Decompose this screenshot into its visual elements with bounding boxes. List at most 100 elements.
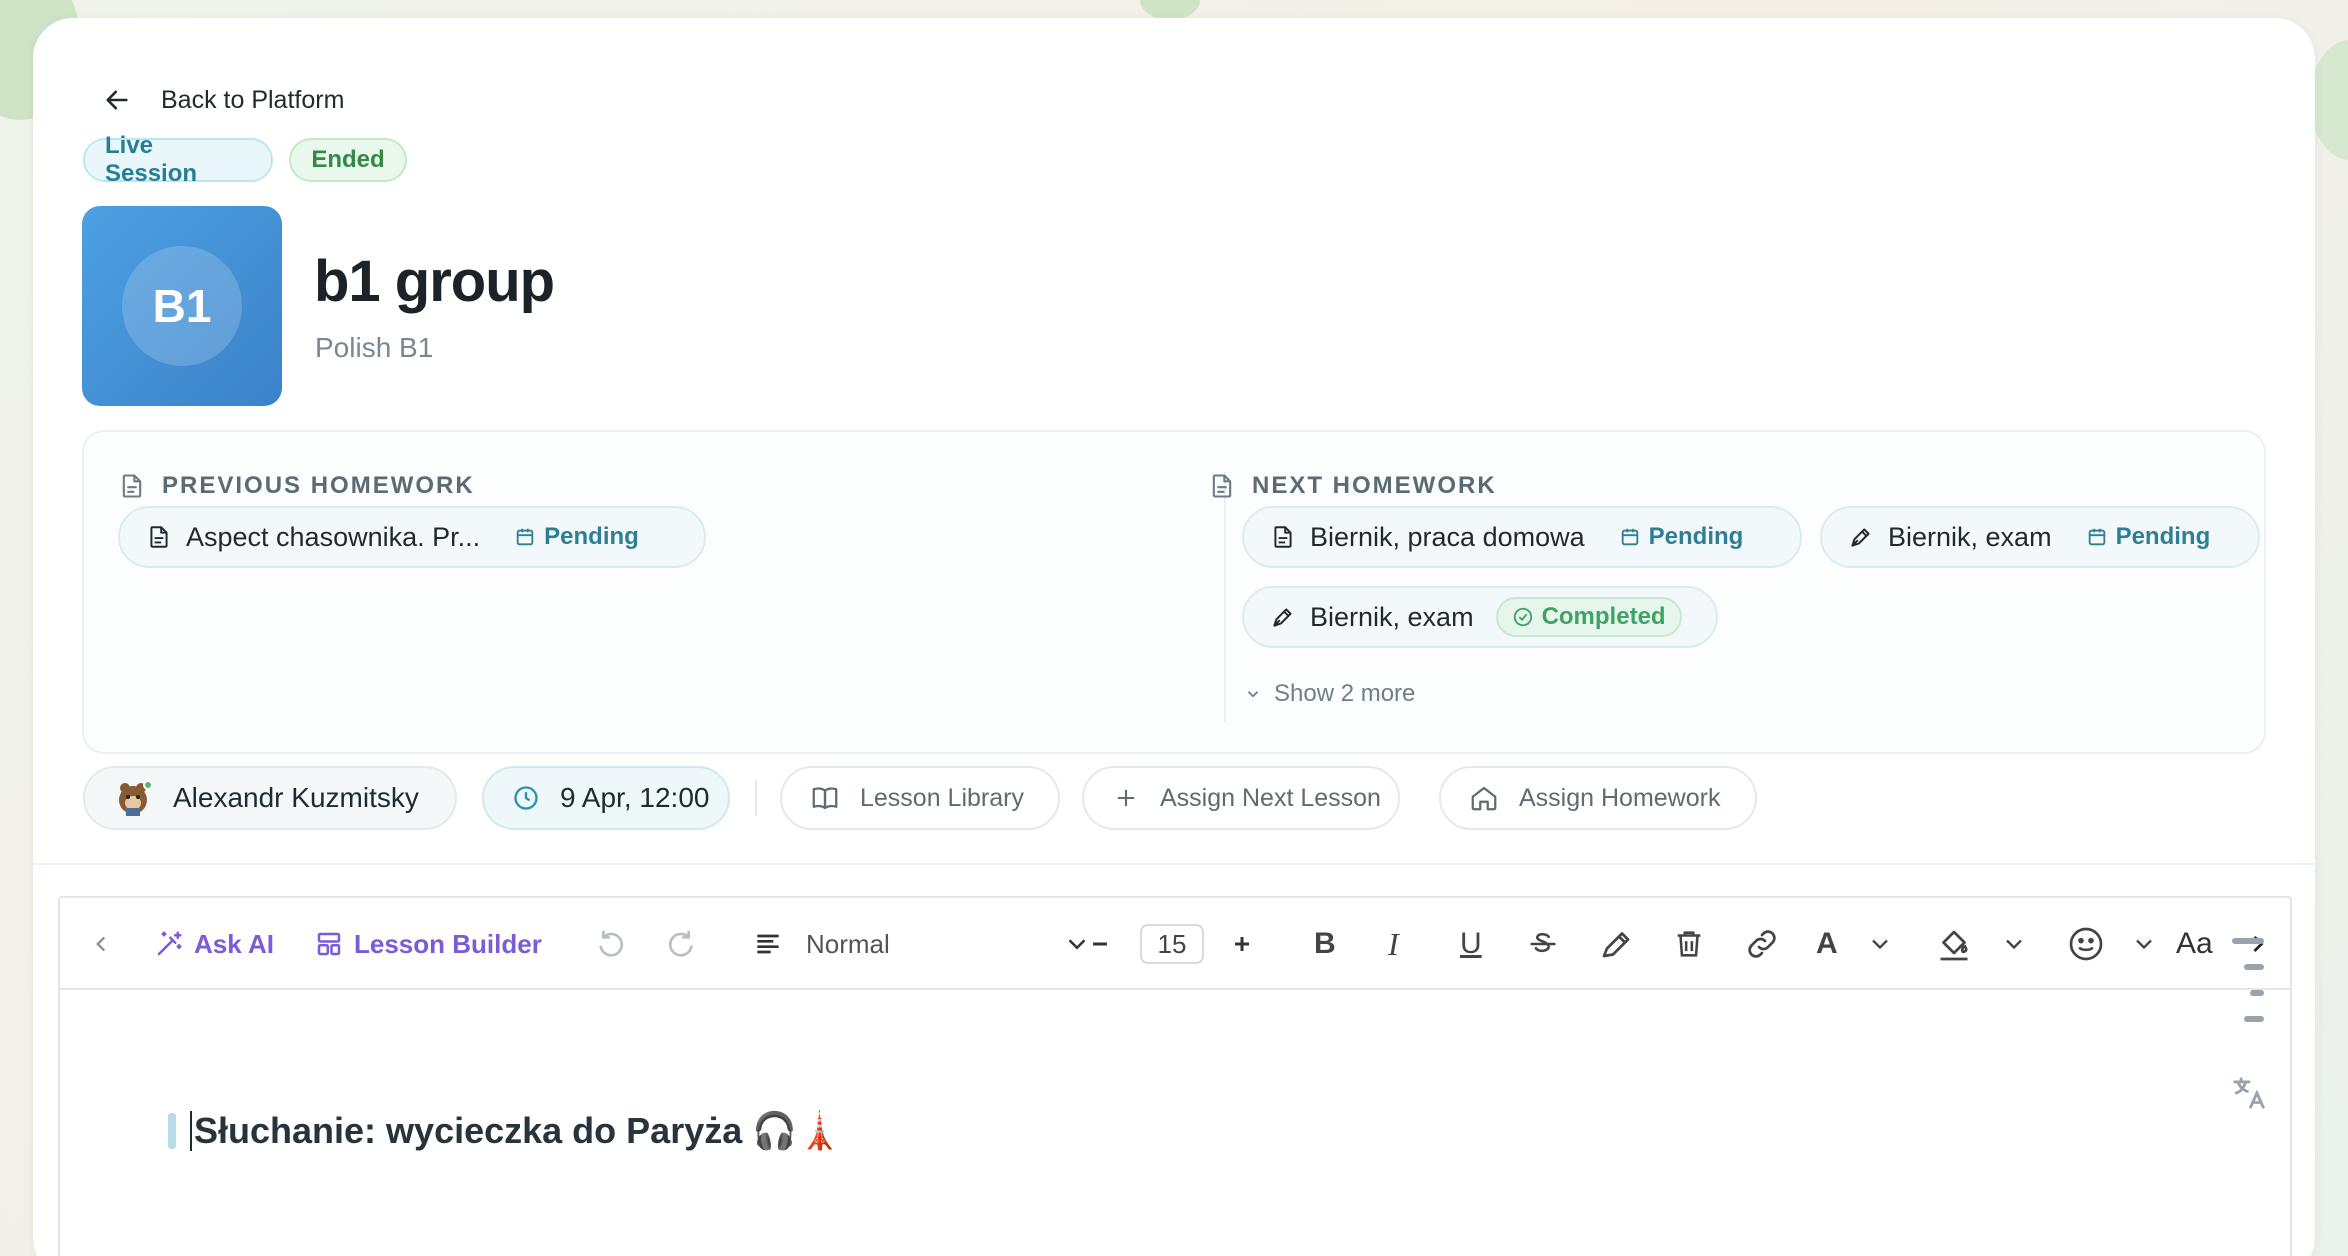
next-homework-item[interactable]: Biernik, praca domowa Pending xyxy=(1242,506,1802,568)
text-cursor xyxy=(190,1111,192,1151)
group-initials: B1 xyxy=(122,246,242,366)
magic-wand-icon xyxy=(154,929,184,959)
translate-icon xyxy=(2230,1074,2268,1112)
lesson-heading[interactable]: Słuchanie: wycieczka do Paryża 🎧🗼 xyxy=(168,1110,842,1152)
chevron-down-icon xyxy=(2130,930,2158,958)
ask-ai-button[interactable]: Ask AI xyxy=(154,898,274,990)
chevron-down-icon xyxy=(2000,930,2028,958)
underline-button[interactable]: U xyxy=(1460,898,1482,990)
clear-format-button[interactable] xyxy=(1672,898,1706,990)
undo-icon xyxy=(594,928,626,960)
emoji-button[interactable] xyxy=(2066,898,2158,990)
page-title: b1 group xyxy=(314,249,555,314)
text-color-button[interactable]: A xyxy=(1816,898,1894,990)
pen-icon xyxy=(1848,524,1874,550)
show-more-button[interactable]: Show 2 more xyxy=(1244,680,1415,708)
previous-homework-heading: PREVIOUS HOMEWORK xyxy=(118,472,475,500)
editor-toolbar: Ask AI Lesson Builder Normal 15 B I U A … xyxy=(60,898,2290,990)
redo-icon xyxy=(666,928,698,960)
homework-title: Biernik, exam xyxy=(1888,521,2052,552)
highlight-button[interactable] xyxy=(1598,898,1634,990)
next-homework-item[interactable]: Biernik, exam Pending xyxy=(1820,506,2260,568)
toolbar-scroll-left-button[interactable] xyxy=(88,898,114,990)
status-badge: Completed xyxy=(1495,597,1682,637)
editor-side-tools xyxy=(2230,936,2268,1112)
session-datetime-chip[interactable]: 9 Apr, 12:00 xyxy=(482,766,730,830)
layout-icon xyxy=(314,929,344,959)
chevron-down-icon xyxy=(1866,930,1894,958)
translate-button[interactable] xyxy=(2230,1074,2268,1112)
undo-button[interactable] xyxy=(594,898,626,990)
panel-divider xyxy=(1224,472,1226,722)
teacher-chip[interactable]: Alexandr Kuzmitsky xyxy=(83,766,457,830)
teacher-name: Alexandr Kuzmitsky xyxy=(173,782,419,813)
heading-text: Słuchanie: wycieczka do Paryża 🎧🗼 xyxy=(194,1110,842,1151)
pen-icon xyxy=(1270,604,1296,630)
group-avatar: B1 xyxy=(82,206,282,406)
calendar-icon xyxy=(2086,526,2108,548)
plus-icon xyxy=(1112,784,1140,812)
redo-button[interactable] xyxy=(666,898,698,990)
highlighter-icon xyxy=(1598,926,1634,962)
strikethrough-icon xyxy=(1526,927,1560,961)
chevron-left-icon xyxy=(88,931,114,957)
calendar-icon xyxy=(514,526,536,548)
paragraph-style-value: Normal xyxy=(806,928,890,959)
link-button[interactable] xyxy=(1744,898,1780,990)
plus-icon xyxy=(1228,930,1256,958)
lesson-builder-button[interactable]: Lesson Builder xyxy=(314,898,542,990)
document-icon xyxy=(1208,472,1236,500)
action-separator xyxy=(755,780,757,816)
document-icon xyxy=(1270,524,1296,550)
link-icon xyxy=(1744,926,1780,962)
italic-icon: I xyxy=(1388,925,1399,962)
bold-icon: B xyxy=(1314,927,1336,960)
status-badge: Pending xyxy=(1619,523,1743,551)
paint-bucket-icon xyxy=(1936,926,1972,962)
outline-button[interactable] xyxy=(2230,936,2266,1026)
document-icon xyxy=(118,472,146,500)
underline-icon: U xyxy=(1460,927,1482,960)
previous-homework-item[interactable]: Aspect chasownika. Pr... Pending xyxy=(118,506,706,568)
chevron-down-icon xyxy=(1244,685,1262,703)
lesson-library-button[interactable]: Lesson Library xyxy=(780,766,1060,830)
text-case-button[interactable]: Aa xyxy=(2176,898,2213,990)
decrease-font-size-button[interactable] xyxy=(1086,898,1114,990)
back-label: Back to Platform xyxy=(161,85,345,114)
italic-button[interactable]: I xyxy=(1388,898,1399,990)
avatar xyxy=(113,778,153,818)
trash-icon xyxy=(1672,927,1706,961)
strikethrough-button[interactable] xyxy=(1526,898,1560,990)
align-left-icon xyxy=(752,928,784,960)
status-badge: Pending xyxy=(2086,523,2210,551)
assign-next-lesson-button[interactable]: Assign Next Lesson xyxy=(1082,766,1400,830)
lesson-editor: Ask AI Lesson Builder Normal 15 B I U A … xyxy=(58,896,2292,1256)
minus-icon xyxy=(1086,930,1114,958)
home-icon xyxy=(1469,783,1499,813)
bold-button[interactable]: B xyxy=(1314,898,1336,990)
next-homework-heading: NEXT HOMEWORK xyxy=(1208,472,1497,500)
homework-title: Aspect chasownika. Pr... xyxy=(186,521,481,552)
clock-icon xyxy=(512,784,540,812)
arrow-left-icon xyxy=(103,86,131,114)
paragraph-style-select[interactable]: Normal xyxy=(752,898,1092,990)
increase-font-size-button[interactable] xyxy=(1228,898,1256,990)
session-datetime: 9 Apr, 12:00 xyxy=(560,782,710,813)
background-shape xyxy=(2310,40,2348,160)
outline-icon xyxy=(2230,936,2266,1026)
back-to-platform-link[interactable]: Back to Platform xyxy=(103,78,344,122)
next-homework-item[interactable]: Biernik, exam Completed xyxy=(1242,586,1718,648)
font-size-input[interactable]: 15 xyxy=(1140,898,1204,990)
background-shape xyxy=(1140,0,1200,20)
assign-homework-button[interactable]: Assign Homework xyxy=(1439,766,1757,830)
live-session-badge: Live Session xyxy=(83,132,273,187)
section-divider xyxy=(33,863,2315,865)
heading-marker xyxy=(168,1113,176,1149)
background-color-button[interactable] xyxy=(1936,898,2028,990)
emoji-icon xyxy=(2066,924,2106,964)
page-subtitle: Polish B1 xyxy=(315,332,434,363)
homework-panel: PREVIOUS HOMEWORK Aspect chasownika. Pr.… xyxy=(82,430,2266,754)
session-card: Back to Platform Live Session Ended B1 b… xyxy=(33,18,2315,1256)
homework-title: Biernik, exam xyxy=(1310,601,1474,632)
document-icon xyxy=(146,524,172,550)
